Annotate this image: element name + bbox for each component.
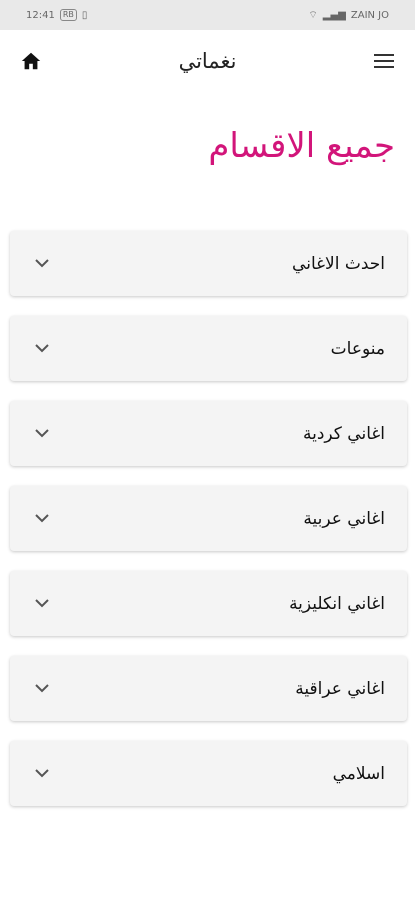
category-item[interactable]: اغاني عربية xyxy=(10,486,407,551)
category-label: اغاني عراقية xyxy=(295,678,385,699)
category-label: اغاني انكليزية xyxy=(289,593,385,614)
wifi-icon: ⌔ xyxy=(308,9,318,21)
vibrate-icon: ▯ xyxy=(81,9,88,21)
chevron-down-icon xyxy=(32,424,52,444)
menu-icon[interactable] xyxy=(371,48,397,74)
chevron-down-icon xyxy=(32,679,52,699)
chevron-down-icon xyxy=(32,254,52,274)
status-bar: 12:41 RB ▯ ⌔ ▂▄▆ ZAIN JO xyxy=(0,0,415,30)
category-item[interactable]: منوعات xyxy=(10,316,407,381)
status-time: 12:41 xyxy=(26,9,55,21)
app-bar: نغماتي xyxy=(0,30,415,92)
category-list: احدث الاغاني منوعات اغاني كردية اغاني عر… xyxy=(10,231,407,826)
category-label: احدث الاغاني xyxy=(292,253,385,274)
page-title: جميع الاقسام xyxy=(208,126,395,166)
signal-icon: ▂▄▆ xyxy=(322,9,346,21)
app-title: نغماتي xyxy=(178,49,237,73)
carrier-name: ZAIN JO xyxy=(350,9,389,21)
category-item[interactable]: اغاني عراقية xyxy=(10,656,407,721)
status-badge: RB xyxy=(59,9,77,21)
chevron-down-icon xyxy=(32,509,52,529)
chevron-down-icon xyxy=(32,764,52,784)
chevron-down-icon xyxy=(32,594,52,614)
chevron-down-icon xyxy=(32,339,52,359)
category-label: اغاني عربية xyxy=(303,508,385,529)
home-icon[interactable] xyxy=(18,48,44,74)
category-item[interactable]: اسلامي xyxy=(10,741,407,806)
category-item[interactable]: اغاني انكليزية xyxy=(10,571,407,636)
category-label: اسلامي xyxy=(332,763,385,784)
category-item[interactable]: اغاني كردية xyxy=(10,401,407,466)
category-label: منوعات xyxy=(330,338,385,359)
category-item[interactable]: احدث الاغاني xyxy=(10,231,407,296)
category-label: اغاني كردية xyxy=(303,423,385,444)
